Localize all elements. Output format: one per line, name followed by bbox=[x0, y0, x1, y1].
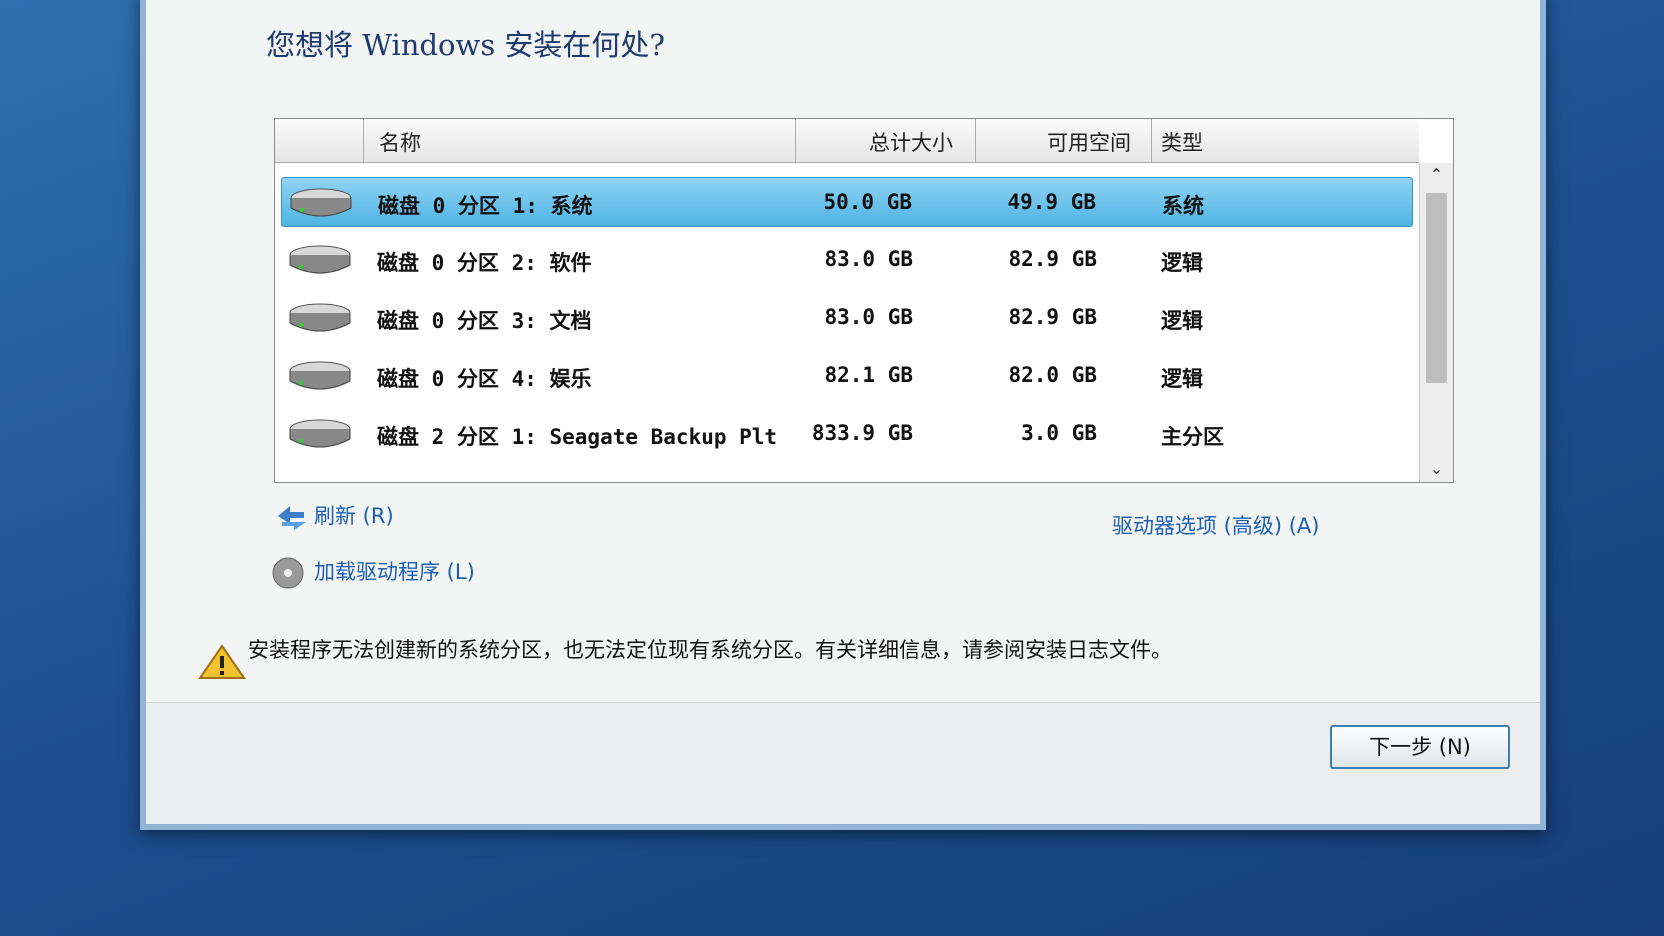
column-type[interactable]: 类型 bbox=[1161, 127, 1203, 157]
partition-list[interactable]: 名称 总计大小 可用空间 类型 磁盘 0 分区 1: 系统 50.0 GB 49… bbox=[274, 118, 1454, 483]
partition-total-size: 82.1 GB bbox=[824, 363, 913, 387]
partition-free-space: 82.9 GB bbox=[1008, 247, 1097, 271]
partition-type: 主分区 bbox=[1161, 425, 1224, 449]
partition-name: 磁盘 0 分区 4: 娱乐 bbox=[377, 367, 592, 391]
divider bbox=[146, 702, 1540, 703]
hard-disk-icon bbox=[289, 303, 351, 332]
partition-free-space: 49.9 GB bbox=[1007, 190, 1096, 214]
partition-row[interactable]: 磁盘 0 分区 2: 软件 83.0 GB 82.9 GB 逻辑 bbox=[281, 235, 1413, 285]
list-header: 名称 总计大小 可用空间 类型 bbox=[275, 119, 1419, 163]
partition-total-size: 50.0 GB bbox=[823, 190, 912, 214]
setup-dialog: 您想将 Windows 安装在何处? 名称 总计大小 可用空间 类型 磁盘 0 … bbox=[140, 0, 1546, 830]
partition-type: 逻辑 bbox=[1161, 309, 1203, 333]
partition-type: 逻辑 bbox=[1161, 251, 1203, 275]
scrollbar[interactable]: ⌃ ⌄ bbox=[1419, 163, 1453, 482]
hard-disk-icon bbox=[289, 245, 351, 274]
partition-row[interactable]: 磁盘 0 分区 1: 系统 50.0 GB 49.9 GB 系统 bbox=[281, 177, 1413, 227]
page-title: 您想将 Windows 安装在何处? bbox=[266, 28, 665, 62]
hard-disk-icon bbox=[290, 188, 352, 217]
refresh-icon bbox=[278, 506, 306, 530]
partition-name: 磁盘 0 分区 3: 文档 bbox=[377, 309, 592, 333]
hard-disk-icon bbox=[289, 361, 351, 390]
scroll-down-icon[interactable]: ⌄ bbox=[1420, 459, 1453, 478]
partition-free-space: 82.0 GB bbox=[1008, 363, 1097, 387]
load-driver-link[interactable]: 加载驱动程序 (L) bbox=[314, 556, 475, 586]
partition-total-size: 833.9 GB bbox=[811, 421, 913, 445]
partition-row[interactable]: 磁盘 0 分区 3: 文档 83.0 GB 82.9 GB 逻辑 bbox=[281, 293, 1413, 343]
partition-free-space: 3.0 GB bbox=[1021, 421, 1097, 445]
partition-total-size: 83.0 GB bbox=[824, 305, 913, 329]
drive-options-link[interactable]: 驱动器选项 (高级) (A) bbox=[1112, 510, 1320, 540]
partition-row[interactable]: 磁盘 0 分区 4: 娱乐 82.1 GB 82.0 GB 逻辑 bbox=[281, 351, 1413, 401]
column-name[interactable]: 名称 bbox=[379, 127, 421, 157]
warning-message: 安装程序无法创建新的系统分区，也无法定位现有系统分区。有关详细信息，请参阅安装日… bbox=[248, 638, 1172, 662]
cd-driver-icon bbox=[272, 557, 304, 589]
refresh-link[interactable]: 刷新 (R) bbox=[314, 500, 394, 530]
scroll-up-icon[interactable]: ⌃ bbox=[1420, 165, 1453, 184]
partition-name: 磁盘 2 分区 1: Seagate Backup Plt bbox=[377, 425, 778, 449]
warning-icon bbox=[198, 644, 246, 679]
partition-name: 磁盘 0 分区 1: 系统 bbox=[378, 194, 593, 218]
next-button[interactable]: 下一步 (N) bbox=[1330, 725, 1510, 769]
partition-name: 磁盘 0 分区 2: 软件 bbox=[377, 251, 592, 275]
partition-row[interactable]: 磁盘 2 分区 1: Seagate Backup Plt 833.9 GB 3… bbox=[281, 409, 1413, 459]
column-total-size[interactable]: 总计大小 bbox=[869, 127, 953, 157]
partition-type: 系统 bbox=[1162, 194, 1204, 218]
column-free-space[interactable]: 可用空间 bbox=[1047, 127, 1131, 157]
partition-total-size: 83.0 GB bbox=[824, 247, 913, 271]
hard-disk-icon bbox=[289, 419, 351, 448]
partition-type: 逻辑 bbox=[1161, 367, 1203, 391]
partition-free-space: 82.9 GB bbox=[1008, 305, 1097, 329]
scroll-thumb[interactable] bbox=[1426, 193, 1447, 383]
